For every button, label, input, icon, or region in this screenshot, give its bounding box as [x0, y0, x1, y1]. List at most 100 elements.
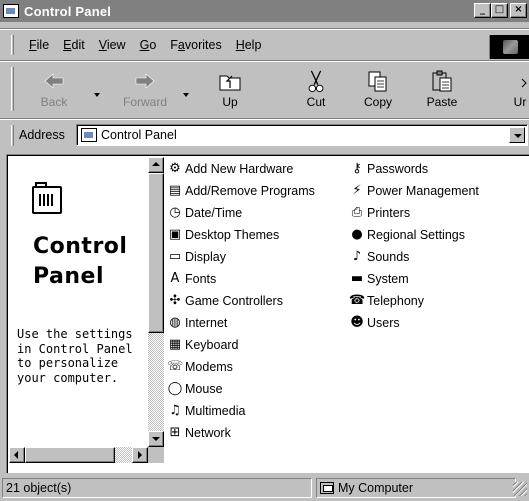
key-icon: ⚷: [352, 161, 362, 176]
item-printers[interactable]: ⎙ Printers: [349, 203, 410, 223]
menu-help[interactable]: Help: [229, 38, 269, 52]
menu-view[interactable]: View: [92, 38, 133, 52]
globe-icon: ◍: [169, 315, 181, 330]
themes-icon: ▣: [168, 227, 182, 242]
item-game-controllers[interactable]: ✣ Game Controllers: [167, 291, 283, 311]
item-keyboard[interactable]: ▦ Keyboard: [167, 335, 239, 355]
network-icon: ⊞: [169, 425, 181, 440]
scroll-down-button[interactable]: [148, 431, 164, 447]
minimize-button[interactable]: _: [474, 3, 491, 18]
joystick-icon: ✣: [169, 293, 181, 308]
font-icon: A: [170, 271, 180, 286]
address-input[interactable]: Control Panel: [76, 124, 528, 146]
copy-icon: [368, 71, 387, 92]
item-internet[interactable]: ◍ Internet: [167, 313, 227, 333]
windows-logo-icon: [503, 40, 518, 54]
windows-throbber: [489, 35, 529, 59]
left-horizontal-scrollbar[interactable]: [9, 447, 148, 463]
forward-button[interactable]: Forward: [116, 65, 174, 111]
address-grip[interactable]: [11, 125, 14, 146]
item-telephony[interactable]: ☎ Telephony: [349, 291, 424, 311]
mouse-icon: ◯: [167, 381, 183, 396]
item-add-new-hardware[interactable]: ⚙ Add New Hardware: [167, 159, 293, 179]
copy-button[interactable]: Copy: [352, 65, 404, 111]
item-date-time[interactable]: ◷ Date/Time: [167, 203, 242, 223]
menubar-grip[interactable]: [11, 35, 14, 55]
item-passwords[interactable]: ⚷ Passwords: [349, 159, 428, 179]
title-bar[interactable]: Control Panel _ □ ×: [0, 0, 529, 22]
status-bar: 21 object(s) My Computer: [0, 478, 529, 501]
control-panel-window: Control Panel _ □ × File Edit View Go Fa…: [0, 0, 529, 501]
status-zone: My Computer: [316, 478, 516, 498]
back-button[interactable]: Back: [28, 65, 80, 111]
item-power-management[interactable]: ⚡ Power Management: [349, 181, 478, 201]
scroll-left-button[interactable]: [9, 447, 25, 463]
scissors-icon: [308, 70, 324, 93]
undo-button[interactable]: Ur: [500, 65, 529, 111]
cut-button[interactable]: Cut: [290, 65, 342, 111]
item-sounds[interactable]: ♪ Sounds: [349, 247, 410, 267]
web-view-panel: Control Panel Use the settings in Contro…: [9, 157, 149, 472]
item-add-remove-programs[interactable]: ▤ Add/Remove Programs: [167, 181, 315, 201]
vertical-scroll-thumb[interactable]: [148, 173, 164, 333]
control-panel-icon: [3, 4, 19, 18]
divider: [0, 118, 529, 120]
toolbar-grip[interactable]: [11, 67, 14, 111]
control-panel-folder-icon: [32, 182, 62, 216]
item-mouse[interactable]: ◯ Mouse: [167, 379, 223, 399]
menu-favorites[interactable]: Favorites: [163, 38, 228, 52]
modem-icon: ☏: [167, 359, 184, 374]
menu-edit[interactable]: Edit: [56, 38, 92, 52]
content-area: Control Panel Use the settings in Contro…: [6, 154, 529, 473]
region-globe-icon: ●: [351, 227, 363, 242]
address-dropdown-button[interactable]: [509, 127, 525, 143]
scroll-up-button[interactable]: [148, 157, 164, 173]
menu-go[interactable]: Go: [133, 38, 164, 52]
undo-icon: [521, 78, 527, 88]
control-panel-small-icon: [81, 128, 97, 142]
back-arrow-icon: [44, 73, 64, 89]
paste-icon: [432, 70, 452, 92]
system-icon: ▬: [350, 271, 364, 286]
item-display[interactable]: ▭ Display: [167, 247, 226, 267]
menu-file[interactable]: File: [22, 38, 56, 52]
panel-description: Use the settings in Control Panel to per…: [17, 327, 133, 385]
window-title: Control Panel: [24, 3, 112, 19]
item-regional-settings[interactable]: ● Regional Settings: [349, 225, 465, 245]
status-object-count: 21 object(s): [2, 478, 312, 498]
forward-arrow-icon: [135, 73, 155, 89]
monitor-icon: ▭: [168, 249, 182, 264]
clock-icon: ◷: [169, 205, 181, 220]
address-bar: Address Control Panel: [0, 123, 529, 149]
programs-icon: ▤: [168, 183, 182, 198]
my-computer-icon: [320, 482, 334, 494]
item-modems[interactable]: ☏ Modems: [167, 357, 233, 377]
maximize-button[interactable]: □: [491, 3, 508, 18]
item-multimedia[interactable]: ♫ Multimedia: [167, 401, 245, 421]
back-dropdown-icon[interactable]: [94, 93, 100, 97]
standard-toolbar: Back Forward Up Cut Copy Paste Ur: [0, 63, 529, 115]
folder-up-icon: [219, 75, 241, 91]
power-icon: ⚡: [352, 183, 362, 198]
item-users[interactable]: ☻ Users: [349, 313, 399, 333]
address-value: Control Panel: [101, 128, 177, 142]
item-network[interactable]: ⊞ Network: [167, 423, 231, 443]
menu-bar: File Edit View Go Favorites Help: [0, 33, 529, 59]
printer-icon: ⎙: [351, 205, 363, 220]
scroll-right-button[interactable]: [132, 447, 148, 463]
horizontal-scroll-thumb[interactable]: [25, 447, 115, 463]
divider: [0, 28, 529, 30]
item-desktop-themes[interactable]: ▣ Desktop Themes: [167, 225, 279, 245]
resize-grip[interactable]: [513, 482, 527, 496]
divider: [0, 60, 529, 62]
paste-button[interactable]: Paste: [416, 65, 468, 111]
panel-heading: Control Panel: [33, 234, 128, 289]
up-button[interactable]: Up: [204, 65, 256, 111]
forward-dropdown-icon[interactable]: [183, 93, 189, 97]
left-vertical-scrollbar[interactable]: [148, 157, 164, 447]
users-icon: ☻: [350, 315, 364, 330]
close-button[interactable]: ×: [510, 3, 527, 18]
item-fonts[interactable]: A Fonts: [167, 269, 217, 289]
item-system[interactable]: ▬ System: [349, 269, 409, 289]
keyboard-icon: ▦: [168, 337, 182, 352]
